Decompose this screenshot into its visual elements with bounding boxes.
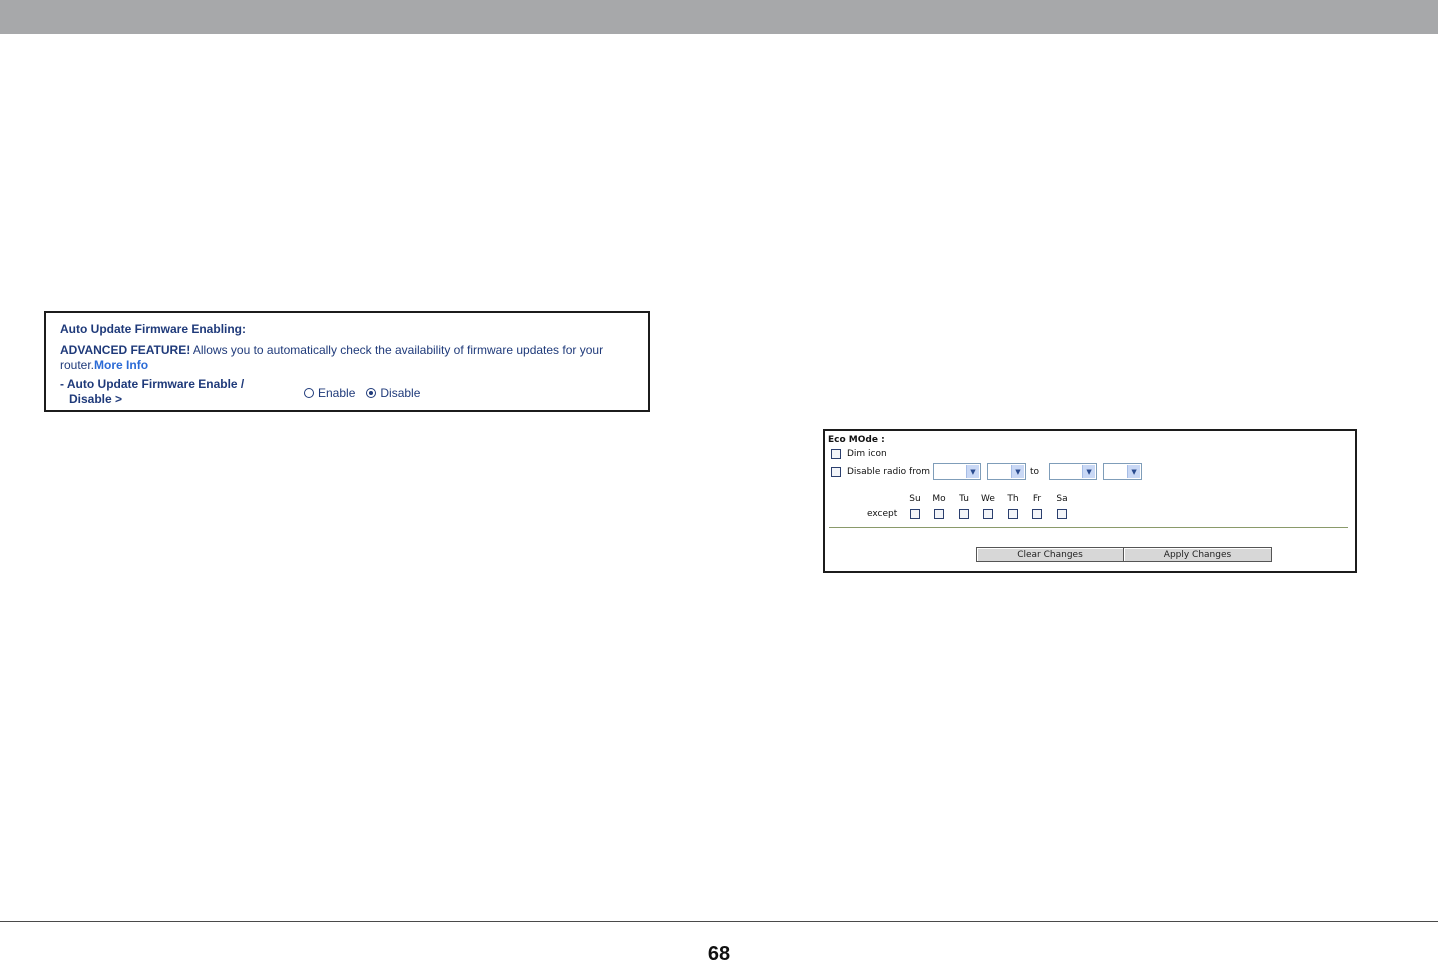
from-hour-select[interactable]: ▼ — [933, 463, 981, 480]
apply-changes-button[interactable]: Apply Changes — [1123, 547, 1272, 562]
day-label: We — [981, 494, 995, 504]
day-monday: Mo — [927, 494, 951, 519]
eco-mode-title: Eco MOde : — [828, 435, 885, 445]
disable-radio-label: Disable radio from — [847, 466, 930, 477]
day-thursday: Th — [1001, 494, 1025, 519]
enable-radio[interactable] — [304, 388, 314, 398]
auto-update-label: - Auto Update Firmware Enable / Disable … — [60, 377, 244, 407]
day-checkbox-su[interactable] — [910, 509, 920, 519]
header-bar — [0, 0, 1438, 34]
panel-description: ADVANCED FEATURE! Allows you to automati… — [60, 343, 630, 373]
day-checkbox-th[interactable] — [1008, 509, 1018, 519]
eco-mode-panel: Eco MOde : Dim icon Disable radio from ▼… — [823, 429, 1357, 573]
disable-radio-label: Disable — [380, 386, 421, 400]
panel-title: Auto Update Firmware Enabling: — [60, 322, 247, 336]
dim-icon-checkbox[interactable] — [831, 449, 841, 459]
except-label: except — [867, 509, 898, 519]
footer-divider — [0, 921, 1438, 922]
day-sunday: Su — [903, 494, 927, 519]
to-label: to — [1030, 466, 1040, 477]
enable-radio-label: Enable — [318, 386, 356, 400]
day-label: Tu — [959, 494, 969, 504]
day-checkbox-we[interactable] — [983, 509, 993, 519]
chevron-down-icon: ▼ — [1082, 465, 1096, 478]
day-label: Mo — [932, 494, 946, 504]
to-hour-select[interactable]: ▼ — [1049, 463, 1098, 480]
day-wednesday: We — [976, 494, 1000, 519]
advanced-feature-label: ADVANCED FEATURE! — [60, 343, 191, 357]
more-info-link[interactable]: More Info — [94, 358, 148, 372]
disable-radio-checkbox[interactable] — [831, 466, 841, 477]
dim-icon-label: Dim icon — [847, 449, 887, 459]
auto-update-label-line1: - Auto Update Firmware Enable / — [60, 377, 245, 391]
day-label: Fr — [1032, 494, 1042, 504]
from-minute-select[interactable]: ▼ — [987, 463, 1026, 480]
chevron-down-icon: ▼ — [966, 465, 979, 478]
chevron-down-icon: ▼ — [1127, 465, 1141, 478]
chevron-down-icon: ▼ — [1011, 465, 1024, 478]
day-checkbox-tu[interactable] — [959, 509, 969, 519]
clear-changes-button[interactable]: Clear Changes — [976, 547, 1124, 562]
day-label: Su — [909, 494, 921, 504]
page-number: 68 — [707, 943, 731, 965]
disable-radio[interactable] — [366, 388, 377, 398]
day-checkbox-fr[interactable] — [1032, 509, 1042, 519]
to-minute-select[interactable]: ▼ — [1103, 463, 1143, 480]
dim-icon-row: Dim icon — [831, 449, 887, 459]
disable-radio-row: Disable radio from ▼ ▼ to ▼ ▼ — [831, 463, 1143, 480]
enable-disable-radios: Enable Disable — [304, 386, 431, 400]
day-saturday: Sa — [1050, 494, 1074, 519]
day-label: Sa — [1056, 494, 1068, 504]
day-tuesday: Tu — [952, 494, 976, 519]
day-label: Th — [1007, 494, 1019, 504]
auto-update-label-line2: Disable > — [69, 392, 123, 406]
day-checkbox-mo[interactable] — [934, 509, 944, 519]
divider — [829, 527, 1348, 528]
day-friday: Fr — [1025, 494, 1049, 519]
auto-update-firmware-panel: Auto Update Firmware Enabling: ADVANCED … — [44, 311, 650, 412]
day-checkbox-sa[interactable] — [1057, 509, 1067, 519]
